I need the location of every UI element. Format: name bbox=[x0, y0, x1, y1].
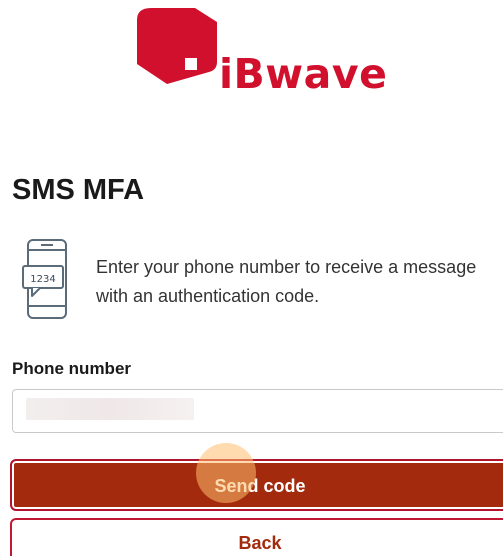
ibwave-logo: iBwave bbox=[137, 8, 388, 98]
sms-mfa-page: iBwave SMS MFA 1234 Enter your phone num… bbox=[0, 0, 503, 556]
ibwave-logo-mark-icon bbox=[137, 8, 217, 84]
phone-sms-code-icon: 1234 bbox=[22, 239, 67, 319]
back-button[interactable]: Back bbox=[10, 518, 503, 556]
ibwave-logo-text: iBwave bbox=[219, 50, 388, 98]
info-text: Enter your phone number to receive a mes… bbox=[96, 257, 477, 306]
send-code-button[interactable]: Send code bbox=[10, 459, 503, 511]
sms-code-label: 1234 bbox=[30, 274, 55, 285]
phone-number-input[interactable] bbox=[12, 389, 503, 433]
page-title: SMS MFA bbox=[12, 174, 145, 206]
phone-number-label: Phone number bbox=[12, 359, 132, 378]
